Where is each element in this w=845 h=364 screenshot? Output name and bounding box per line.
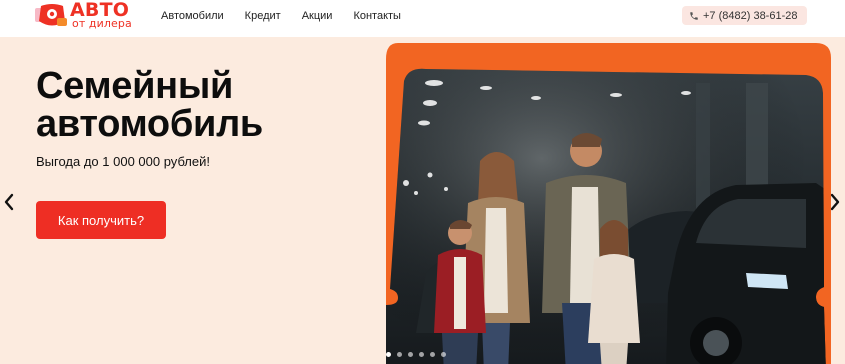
brand-tagline: от дилера (72, 17, 132, 30)
hero-banner: Семейный автомобиль Выгода до 1 000 000 … (0, 37, 845, 364)
how-to-get-button[interactable]: Как получить? (36, 201, 166, 239)
chevron-left-icon[interactable] (2, 192, 16, 212)
brand-logo[interactable]: АВТО от дилера (35, 1, 145, 32)
phone-icon (690, 11, 698, 20)
hero-title-line-2: автомобиль (36, 103, 263, 145)
hero-subtitle: Выгода до 1 000 000 рублей! (36, 154, 210, 169)
phone-button[interactable]: +7 (8482) 38-61-28 (682, 6, 807, 25)
nav-item-promotions[interactable]: Акции (302, 10, 333, 23)
site-header: АВТО от дилера Автомобили Кредит Акции К… (0, 0, 845, 37)
logo-badge-icon (35, 4, 67, 26)
hero-title: Семейный автомобиль (36, 67, 263, 143)
family-car-photo (386, 68, 826, 364)
carousel-dot[interactable] (419, 352, 424, 357)
carousel-dot[interactable] (441, 352, 446, 357)
carousel-dot[interactable] (408, 352, 413, 357)
nav-item-cars[interactable]: Автомобили (161, 10, 224, 23)
hero-title-line-1: Семейный (36, 65, 234, 107)
nav-item-contacts[interactable]: Контакты (353, 10, 401, 23)
carousel-dot[interactable] (386, 352, 391, 357)
hero-image-frame (386, 43, 831, 364)
main-nav: Автомобили Кредит Акции Контакты (161, 10, 401, 23)
carousel-indicators (386, 352, 446, 357)
phone-number: +7 (8482) 38-61-28 (703, 9, 798, 22)
carousel-dot[interactable] (397, 352, 402, 357)
nav-item-credit[interactable]: Кредит (245, 10, 281, 23)
carousel-dot[interactable] (430, 352, 435, 357)
